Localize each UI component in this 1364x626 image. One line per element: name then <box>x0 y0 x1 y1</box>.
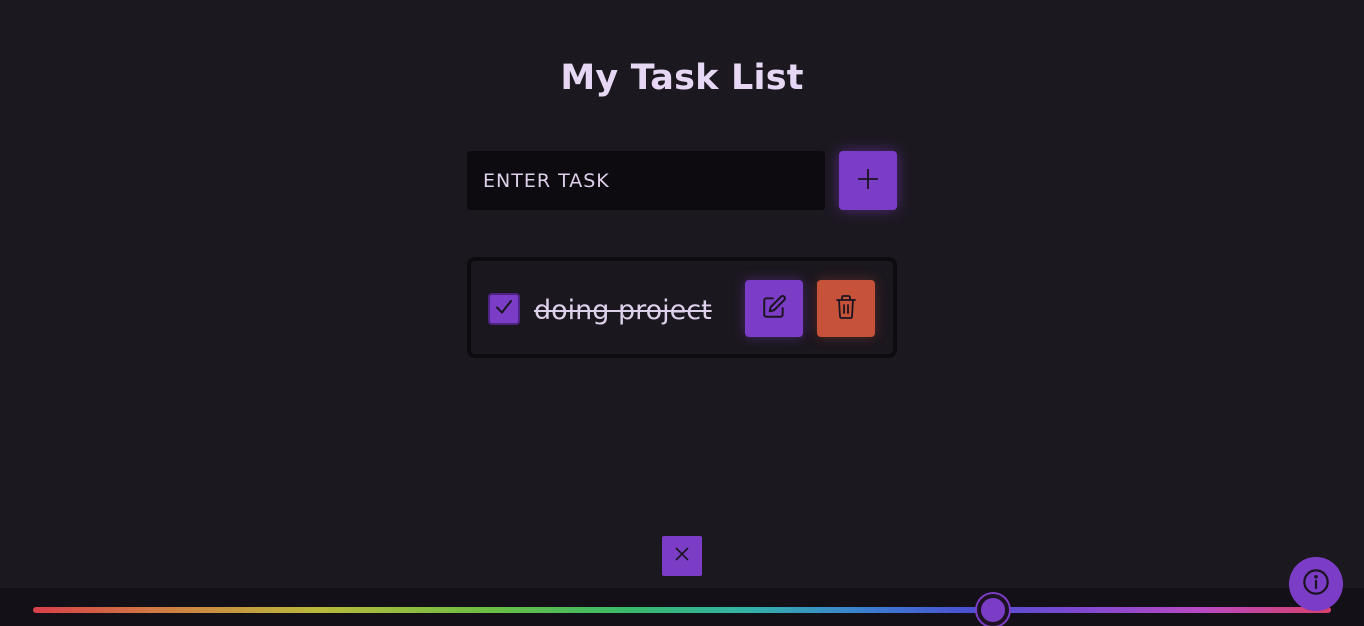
info-button[interactable] <box>1289 557 1343 611</box>
checkmark-icon <box>494 297 514 321</box>
color-slider-thumb[interactable] <box>977 594 1009 626</box>
close-icon <box>674 546 690 566</box>
trash-icon <box>834 294 858 324</box>
plus-icon <box>856 167 880 195</box>
delete-task-button[interactable] <box>817 280 875 337</box>
pencil-square-icon <box>761 294 787 324</box>
edit-task-button[interactable] <box>745 280 803 337</box>
add-task-button[interactable] <box>839 151 897 210</box>
task-complete-checkbox[interactable] <box>488 293 520 325</box>
info-icon <box>1302 568 1330 600</box>
task-list-app: My Task List doing project <box>0 0 1364 626</box>
task-input[interactable] <box>467 151 825 210</box>
task-text: doing project <box>534 295 712 326</box>
color-slider-track[interactable] <box>33 607 1331 613</box>
task-item: doing project <box>467 257 897 358</box>
close-button[interactable] <box>662 536 702 576</box>
page-title: My Task List <box>560 58 804 98</box>
